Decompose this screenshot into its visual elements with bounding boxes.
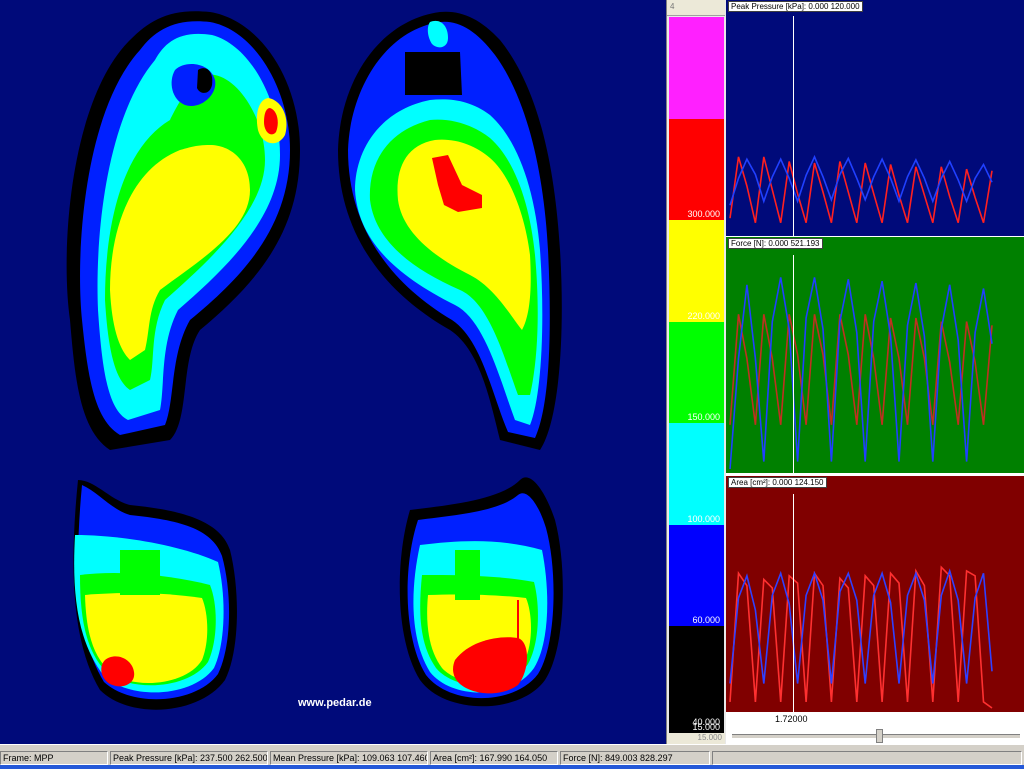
scale-band-label: 300.000 <box>687 209 720 219</box>
status-force: Force [N]: 849.003 828.297 <box>560 751 710 765</box>
scale-band-2: 220.000 <box>669 220 724 322</box>
color-scale: 4 300.000 220.000 150.000 100.000 60.000 40.0… <box>666 0 726 744</box>
status-frame: Frame: MPP <box>0 751 108 765</box>
time-slider-thumb[interactable] <box>876 729 883 743</box>
force-time-cursor[interactable] <box>793 255 794 473</box>
area-graph[interactable]: Area [cm²]: 0.000 124.150 <box>726 476 1024 712</box>
peak-pressure-graph[interactable]: Peak Pressure [kPa]: 0.000 120.000 <box>726 0 1024 236</box>
status-area: Area [cm²]: 167.990 164.050 <box>430 751 558 765</box>
scale-top-label: 4 <box>667 0 725 16</box>
peak-time-cursor[interactable] <box>793 16 794 236</box>
pressure-map-canvas <box>66 11 563 710</box>
scale-band-0 <box>669 17 724 119</box>
left-foot-heel <box>73 480 237 710</box>
scale-band-label: 150.000 <box>687 412 720 422</box>
status-mean-pressure: Mean Pressure [kPa]: 109.063 107.460 <box>270 751 428 765</box>
area-time-cursor[interactable] <box>793 494 794 712</box>
force-plot <box>726 237 1024 473</box>
right-foot-forefoot <box>338 11 562 450</box>
time-slider-bar: 1.72000 <box>726 712 1024 744</box>
status-empty <box>712 751 1022 765</box>
scale-band-label: 220.000 <box>687 310 720 321</box>
peak-pressure-header: Peak Pressure [kPa]: 0.000 120.000 <box>728 1 863 12</box>
graphs-panel: Peak Pressure [kPa]: 0.000 120.000 Force… <box>726 0 1024 744</box>
scale-band-6: 40.000 <box>669 626 724 728</box>
status-peak-pressure: Peak Pressure [kPa]: 237.500 262.500 <box>110 751 268 765</box>
scale-band-5: 60.000 <box>669 524 724 626</box>
peak-pressure-plot <box>726 0 1024 236</box>
time-value: 1.72000 <box>775 714 808 724</box>
area-header: Area [cm²]: 0.000 124.150 <box>728 477 827 488</box>
scale-band-1: 300.000 <box>669 118 724 220</box>
force-header: Force [N]: 0.000 521.193 <box>728 238 823 249</box>
scale-band-4: 100.000 <box>669 423 724 525</box>
scale-band-3: 150.000 <box>669 321 724 423</box>
scale-bottom-label: 15.000 <box>667 733 725 744</box>
watermark-text: www.pedar.de <box>298 697 372 709</box>
scale-band-label: 100.000 <box>687 513 720 524</box>
right-foot-heel <box>399 477 563 707</box>
area-plot <box>726 476 1024 712</box>
pressure-map[interactable]: www.pedar.de <box>0 0 666 744</box>
scale-band-label: 15.000 <box>692 722 720 732</box>
left-foot-forefoot <box>66 11 300 451</box>
force-graph[interactable]: Force [N]: 0.000 521.193 <box>726 237 1024 473</box>
taskbar <box>0 765 1024 769</box>
scale-band-label: 60.000 <box>692 615 720 625</box>
